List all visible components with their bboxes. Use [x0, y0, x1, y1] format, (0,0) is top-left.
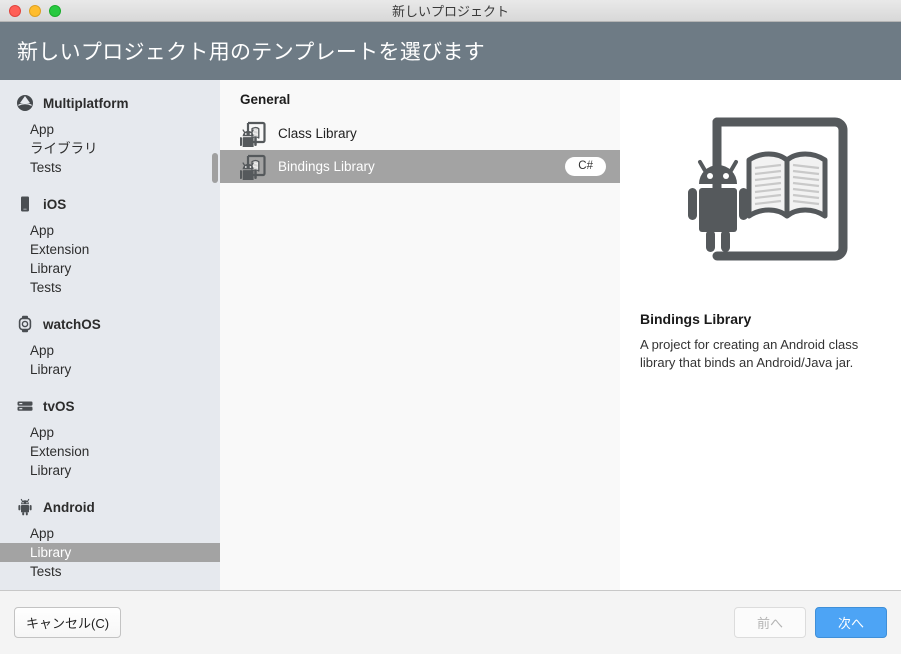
android-library-icon	[240, 154, 266, 180]
sidebar-group-label: watchOS	[43, 316, 101, 332]
android-bindings-library-art	[687, 117, 847, 261]
android-icon	[18, 498, 32, 516]
sidebar-item-tvos-1[interactable]: App	[0, 423, 220, 442]
next-button[interactable]: 次へ	[815, 607, 887, 638]
dialog-header: 新しいプロジェクト用のテンプレートを選びます	[0, 22, 901, 80]
template-name: Bindings Library	[278, 159, 375, 174]
template-list[interactable]: General Class Library Bindings Library C#	[220, 80, 620, 590]
sidebar-item-multiplatform-3[interactable]: Tests	[0, 158, 220, 177]
sidebar-item-tvos-2[interactable]: Extension	[0, 442, 220, 461]
iphone-icon	[21, 196, 29, 212]
sidebar-group-label: tvOS	[43, 398, 75, 414]
sidebar-group-label: Android	[43, 499, 95, 515]
cancel-button[interactable]: キャンセル(C)	[14, 607, 122, 638]
sidebar-item-android-2[interactable]: Library	[0, 543, 220, 562]
window-title: 新しいプロジェクト	[391, 4, 509, 19]
template-language-badge: C#	[565, 157, 606, 176]
platform-sidebar[interactable]: Multiplatform App ライブラリ Tests iOS App Extensio…	[0, 80, 220, 590]
watch-icon	[18, 315, 32, 333]
sidebar-group-multiplatform[interactable]: Multiplatform	[0, 92, 220, 114]
preview-description: A project for creating an Android class …	[640, 337, 859, 370]
new-project-dialog: 新しいプロジェクト 新しいプロジェクト用のテンプレートを選びます Multipl…	[0, 0, 901, 654]
back-button[interactable]: 前へ	[734, 607, 806, 638]
sidebar-group-android[interactable]: Android	[0, 496, 220, 518]
sidebar-group-tvos[interactable]: tvOS	[0, 395, 220, 417]
template-name: Class Library	[278, 126, 357, 141]
sidebar-group-label: iOS	[43, 196, 67, 212]
sidebar-item-multiplatform-1[interactable]: App	[0, 120, 220, 139]
sidebar-item-tvos-3[interactable]: Library	[0, 461, 220, 480]
sidebar-item-ios-4[interactable]: Tests	[0, 278, 220, 297]
dialog-footer: キャンセル(C) 前へ 次へ	[0, 591, 901, 654]
sidebar-item-watchos-1[interactable]: App	[0, 341, 220, 360]
sidebar-item-android-1[interactable]: App	[0, 524, 220, 543]
sidebar-item-multiplatform-2[interactable]: ライブラリ	[0, 139, 220, 158]
template-row[interactable]: Class Library	[220, 117, 620, 150]
template-row[interactable]: Bindings Library C#	[220, 150, 620, 183]
template-preview-panel: Bindings Library A project for creating …	[620, 80, 901, 590]
sidebar-item-ios-1[interactable]: App	[0, 221, 220, 240]
sidebar-group-ios[interactable]: iOS	[0, 193, 220, 215]
tv-icon	[17, 401, 33, 411]
multiplatform-icon	[17, 95, 33, 111]
sidebar-group-watchos[interactable]: watchOS	[0, 313, 220, 335]
page-title: 新しいプロジェクト用のテンプレートを選びます	[17, 41, 485, 64]
sidebar-item-android-3[interactable]: Tests	[0, 562, 220, 581]
sidebar-group-label: Multiplatform	[43, 95, 129, 111]
window-titlebar: 新しいプロジェクト	[0, 0, 901, 22]
dialog-body: Multiplatform App ライブラリ Tests iOS App Extensio…	[0, 80, 901, 591]
android-library-icon	[240, 121, 266, 147]
preview-text-block: Bindings Library A project for creating …	[640, 311, 879, 371]
sidebar-item-ios-2[interactable]: Extension	[0, 240, 220, 259]
preview-title: Bindings Library	[640, 311, 752, 327]
sidebar-item-ios-3[interactable]: Library	[0, 259, 220, 278]
sidebar-item-watchos-2[interactable]: Library	[0, 360, 220, 379]
template-category-header: General	[240, 92, 291, 107]
